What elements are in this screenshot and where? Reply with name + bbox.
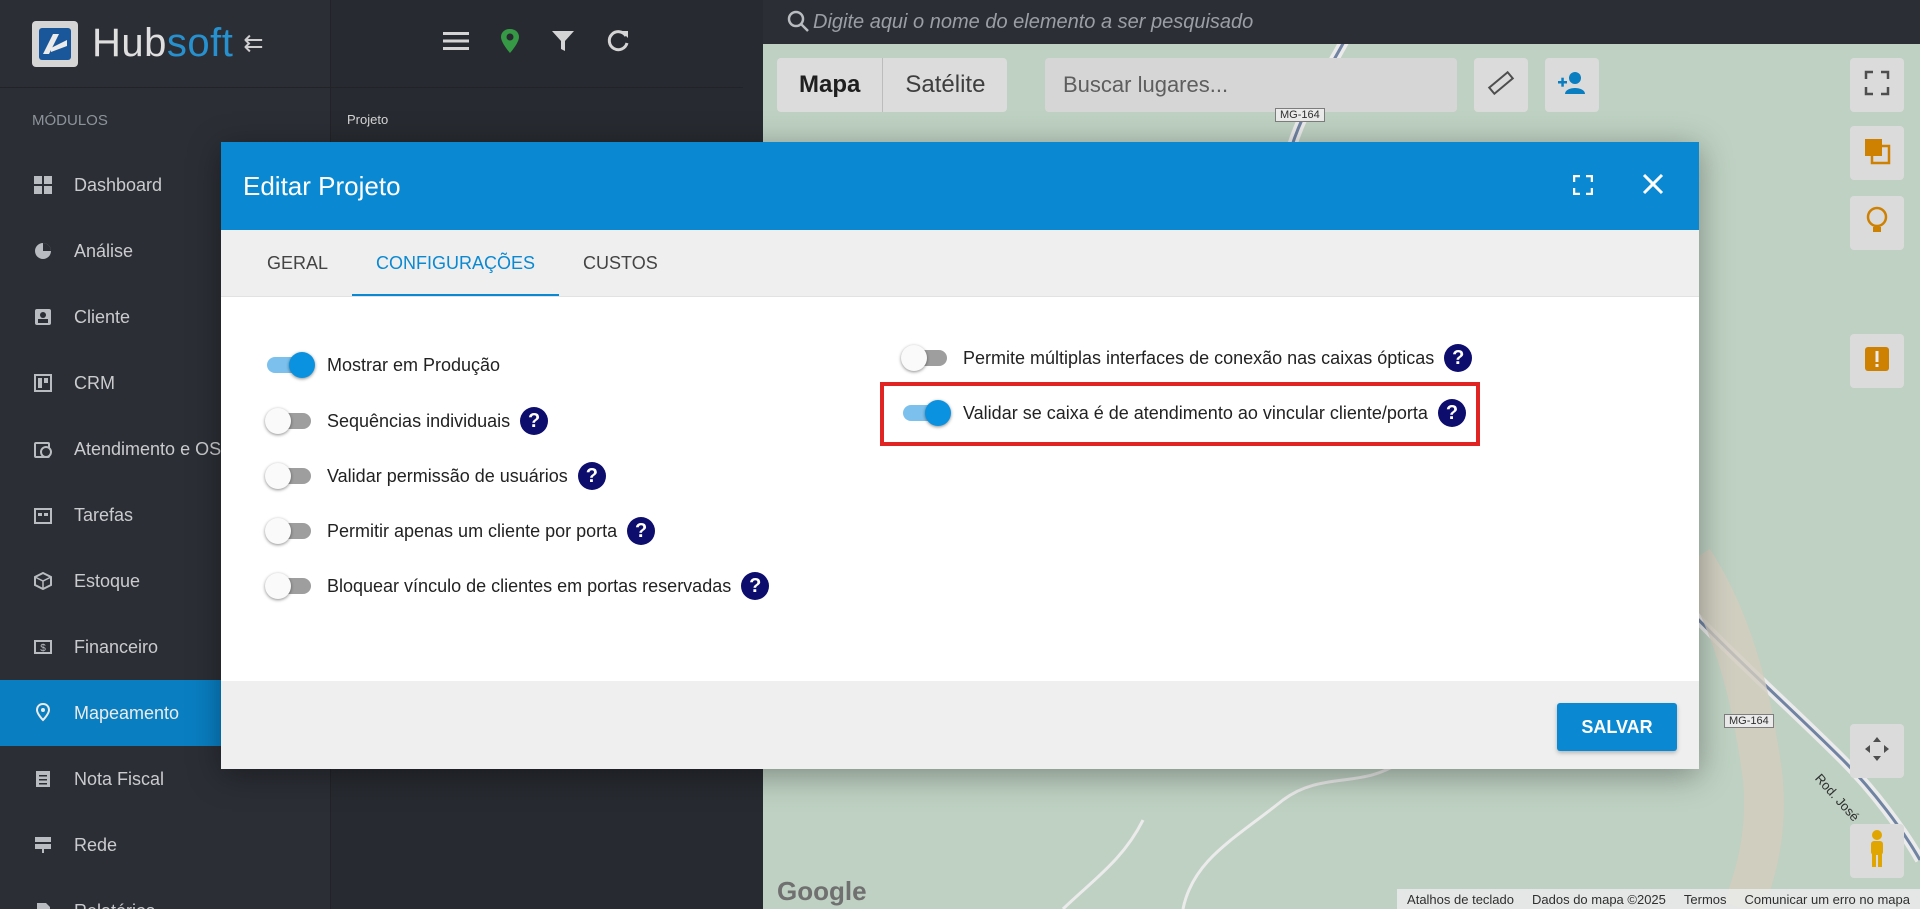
option-label: Validar se caixa é de atendimento ao vin… bbox=[963, 402, 1428, 423]
option-validar-caixa-atendimento: Validar se caixa é de atendimento ao vin… bbox=[901, 399, 1466, 427]
toggle-switch[interactable] bbox=[901, 345, 949, 371]
dialog-header: Editar Projeto bbox=[221, 142, 1699, 230]
expand-icon bbox=[1572, 171, 1594, 202]
close-icon bbox=[1642, 171, 1664, 202]
maximize-dialog-button[interactable] bbox=[1561, 164, 1605, 208]
dialog-body: Mostrar em Produção Sequências individua… bbox=[221, 297, 1699, 681]
dialog-title: Editar Projeto bbox=[243, 170, 401, 201]
option-validar-permissao: Validar permissão de usuários ? bbox=[265, 462, 606, 490]
tab-custos[interactable]: CUSTOS bbox=[559, 230, 682, 296]
save-button[interactable]: SALVAR bbox=[1557, 703, 1677, 751]
option-multiplas-interfaces: Permite múltiplas interfaces de conexão … bbox=[901, 344, 1473, 372]
option-bloquear-portas-reservadas: Bloquear vínculo de clientes em portas r… bbox=[265, 572, 770, 600]
dialog-tabs: GERAL CONFIGURAÇÕES CUSTOS bbox=[221, 230, 1699, 297]
toggle-switch[interactable] bbox=[265, 352, 315, 378]
edit-project-dialog: Editar Projeto GERAL CONFIGURAÇÕES CUSTO… bbox=[221, 142, 1699, 769]
toggle-switch[interactable] bbox=[901, 400, 951, 426]
option-sequencias-individuais: Sequências individuais ? bbox=[265, 407, 549, 435]
option-label: Sequências individuais bbox=[327, 410, 511, 431]
option-label: Permitir apenas um cliente por porta bbox=[327, 520, 618, 541]
tab-geral[interactable]: GERAL bbox=[243, 230, 352, 296]
help-icon[interactable]: ? bbox=[741, 572, 770, 600]
tab-configuracoes[interactable]: CONFIGURAÇÕES bbox=[352, 230, 560, 296]
help-icon[interactable]: ? bbox=[520, 407, 549, 435]
help-icon[interactable]: ? bbox=[577, 462, 606, 490]
help-icon[interactable]: ? bbox=[1437, 399, 1466, 427]
option-label: Validar permissão de usuários bbox=[327, 465, 568, 486]
option-mostrar-producao: Mostrar em Produção bbox=[265, 352, 500, 378]
help-icon[interactable]: ? bbox=[1444, 344, 1473, 372]
dialog-footer: SALVAR bbox=[221, 681, 1699, 769]
help-icon[interactable]: ? bbox=[627, 517, 656, 545]
toggle-switch[interactable] bbox=[265, 463, 313, 489]
option-label: Permite múltiplas interfaces de conexão … bbox=[963, 347, 1435, 368]
toggle-switch[interactable] bbox=[265, 573, 313, 599]
toggle-switch[interactable] bbox=[265, 408, 313, 434]
toggle-switch[interactable] bbox=[265, 518, 313, 544]
close-dialog-button[interactable] bbox=[1631, 164, 1675, 208]
option-label: Bloquear vínculo de clientes em portas r… bbox=[327, 575, 732, 596]
option-label: Mostrar em Produção bbox=[327, 354, 501, 375]
option-um-cliente-por-porta: Permitir apenas um cliente por porta ? bbox=[265, 517, 656, 545]
